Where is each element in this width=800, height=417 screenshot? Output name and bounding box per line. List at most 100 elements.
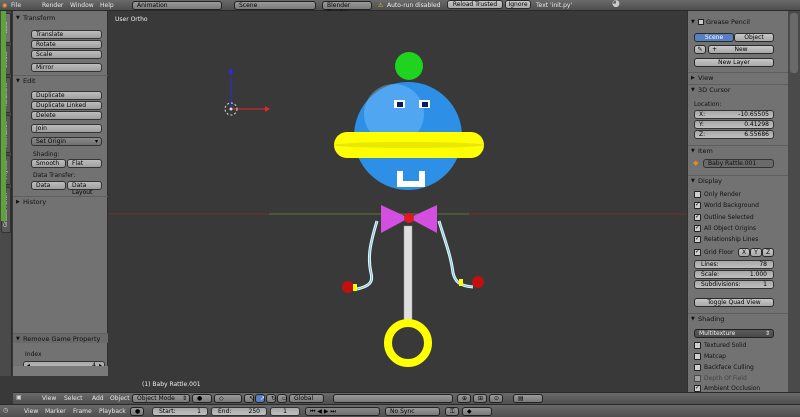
- grid-floor-checkbox[interactable]: [694, 248, 701, 256]
- duplicate-button[interactable]: Duplicate: [31, 91, 102, 100]
- menu-help[interactable]: Help: [100, 2, 114, 9]
- reload-trusted-button[interactable]: Reload Trusted: [447, 0, 503, 9]
- menu-select[interactable]: Select: [64, 395, 83, 402]
- render-engine-selector[interactable]: Blender Render: [322, 1, 372, 16]
- axis-x-toggle[interactable]: X: [738, 248, 750, 257]
- mirror-button[interactable]: Mirror: [31, 63, 102, 72]
- menu-render[interactable]: Render: [42, 2, 63, 9]
- 3d-viewport[interactable]: User Ortho (1) Baby Rattle.001: [109, 11, 686, 392]
- sync-selector[interactable]: No Sync: [385, 407, 440, 416]
- flat-button[interactable]: Flat: [67, 159, 102, 168]
- backface-culling-checkbox[interactable]: [694, 364, 701, 371]
- item-name-field[interactable]: Baby Rattle.001: [703, 159, 774, 168]
- delete-button[interactable]: Delete: [31, 111, 102, 120]
- scene-canvas[interactable]: [109, 11, 686, 392]
- manipulator-toggle[interactable]: ↖: [244, 394, 254, 403]
- depth-of-field-checkbox[interactable]: [694, 375, 701, 382]
- grease-pencil-header[interactable]: ▼ Grease Pencil: [688, 17, 789, 27]
- grid-scale-field[interactable]: Scale: 1.000: [694, 270, 774, 279]
- scene-tab-button[interactable]: Scene: [694, 33, 734, 42]
- item-header[interactable]: ▼ Item: [688, 145, 789, 155]
- timeline-menu-playback[interactable]: Playback: [99, 408, 126, 415]
- lock-icon[interactable]: ⊕: [457, 394, 471, 403]
- grid-lines-field[interactable]: Lines: 78: [694, 260, 774, 269]
- data-button[interactable]: Data: [31, 181, 66, 190]
- layout-selector[interactable]: Animation: [132, 1, 222, 10]
- mode-selector[interactable]: Object Mode ⇕: [132, 394, 190, 403]
- smooth-button[interactable]: Smooth: [31, 159, 66, 168]
- snap-icon[interactable]: ⊞: [473, 394, 487, 403]
- grease-pencil-checkbox[interactable]: [698, 19, 704, 25]
- matcap-checkbox[interactable]: [694, 353, 701, 360]
- set-origin-dropdown[interactable]: Set Origin ▾: [31, 137, 102, 146]
- shading-mode-dropdown[interactable]: Multitexture ⇕: [694, 329, 774, 338]
- rotate-manipulator[interactable]: ↻: [266, 394, 276, 403]
- axis-y-toggle[interactable]: Y: [750, 248, 762, 257]
- only-render-checkbox[interactable]: [694, 191, 701, 198]
- ignore-button[interactable]: Ignore: [505, 0, 531, 9]
- history-header[interactable]: ▶ History: [13, 196, 108, 206]
- viewport-shading-selector[interactable]: ●: [192, 394, 212, 403]
- new-gpencil-button[interactable]: + New: [708, 45, 774, 54]
- rotate-button[interactable]: Rotate: [31, 40, 102, 49]
- tool-shelf-scrollbar[interactable]: [13, 366, 108, 376]
- blender-logo-icon[interactable]: ◉: [2, 2, 7, 9]
- axis-z-toggle[interactable]: Z: [762, 248, 774, 257]
- orientation-selector[interactable]: Global: [289, 394, 324, 403]
- outline-selected-checkbox[interactable]: [694, 213, 701, 221]
- timeline-menu-view[interactable]: View: [24, 408, 38, 415]
- menu-window[interactable]: Window: [70, 2, 94, 9]
- object-tab-button[interactable]: Object: [734, 33, 774, 42]
- toggle-quad-view-button[interactable]: Toggle Quad View: [694, 298, 774, 307]
- scale-button[interactable]: Scale: [31, 50, 102, 59]
- relationship-lines-checkbox[interactable]: [694, 235, 701, 243]
- menu-object[interactable]: Object: [110, 395, 130, 402]
- all-object-origins-checkbox[interactable]: [694, 224, 701, 232]
- editor-type-icon[interactable]: ▣: [16, 394, 22, 401]
- menu-add[interactable]: Add: [92, 395, 104, 402]
- proportional-edit-icon[interactable]: ⊙: [489, 394, 503, 403]
- properties-scrollbar[interactable]: [788, 11, 800, 392]
- 3d-cursor-header[interactable]: ▼ 3D Cursor: [688, 84, 789, 94]
- shading-header[interactable]: ▼ Shading: [688, 313, 789, 323]
- data-layout-button[interactable]: Data Layout: [67, 181, 102, 196]
- timeline-editor-icon[interactable]: ◷: [3, 407, 8, 414]
- keying-icon[interactable]: ⚿: [445, 407, 459, 416]
- view-header[interactable]: ▶ View: [688, 72, 789, 82]
- timeline-menu-frame[interactable]: Frame: [73, 408, 92, 415]
- display-header[interactable]: ▼ Display: [688, 175, 789, 185]
- translate-manipulator[interactable]: ↗: [255, 394, 265, 403]
- translate-button[interactable]: Translate: [31, 30, 102, 39]
- render-icon[interactable]: ▤: [513, 394, 543, 403]
- new-layer-button[interactable]: New Layer: [694, 58, 774, 67]
- mascot-icon: ◕: [612, 0, 620, 9]
- scale-manipulator[interactable]: ▭: [277, 394, 288, 403]
- layer-buttons[interactable]: [333, 394, 453, 403]
- timeline-menu-marker[interactable]: Marker: [45, 408, 66, 415]
- keyframe-buttons[interactable]: ◆: [462, 407, 492, 416]
- record-icon[interactable]: ●: [130, 407, 144, 416]
- cursor-y-field[interactable]: Y: 0.41298: [694, 120, 774, 129]
- scrollbar-thumb[interactable]: [790, 13, 798, 73]
- menu-view[interactable]: View: [42, 395, 56, 402]
- join-button[interactable]: Join: [31, 124, 102, 133]
- ambient-occlusion-checkbox[interactable]: [694, 384, 701, 392]
- scene-selector[interactable]: Scene: [234, 1, 316, 10]
- start-frame-field[interactable]: Start: 1: [152, 407, 208, 416]
- transform-header[interactable]: ▼ Transform: [13, 13, 108, 23]
- operator-header[interactable]: ▼ Remove Game Property: [13, 333, 108, 343]
- end-frame-field[interactable]: End: 250: [211, 407, 267, 416]
- world-background-checkbox[interactable]: [694, 201, 701, 209]
- duplicate-linked-button[interactable]: Duplicate Linked: [31, 101, 102, 110]
- pencil-icon[interactable]: ✎: [694, 45, 706, 54]
- playback-controls[interactable]: ⏮ ◀ ▶ ⏭: [305, 407, 380, 416]
- cursor-x-field[interactable]: X: -10.65505: [694, 110, 774, 119]
- shading-label: Shading:: [33, 151, 60, 158]
- pivot-selector[interactable]: ◇: [214, 394, 242, 403]
- edit-header[interactable]: ▼ Edit: [13, 75, 108, 85]
- cursor-z-field[interactable]: Z: 6.55686: [694, 130, 774, 139]
- current-frame-field[interactable]: 1: [270, 407, 300, 416]
- textured-solid-checkbox[interactable]: [694, 342, 701, 349]
- menu-file[interactable]: File: [11, 2, 21, 9]
- grid-subdivisions-field[interactable]: Subdivisions: 1: [694, 280, 774, 289]
